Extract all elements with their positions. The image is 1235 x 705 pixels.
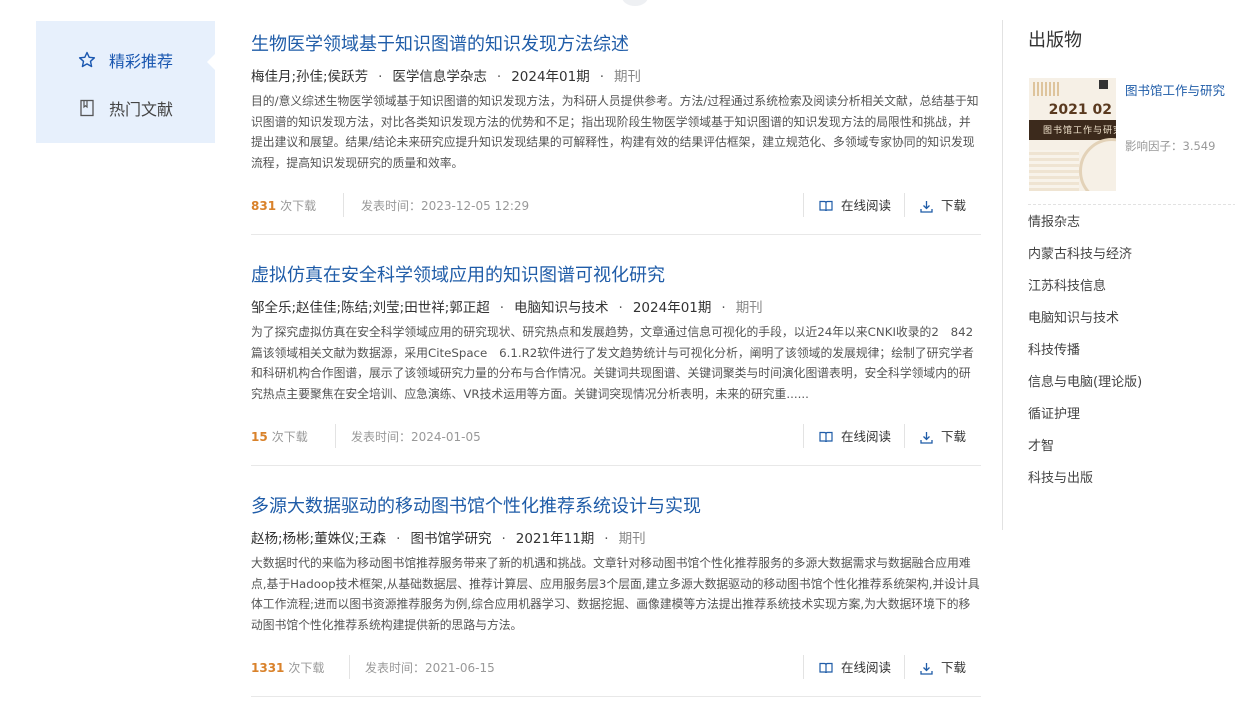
download-icon: [920, 431, 933, 444]
download-count: 1331 次下载: [251, 661, 325, 675]
journal-link[interactable]: 循证护理: [1028, 403, 1142, 435]
article-journal[interactable]: 医学信息学杂志: [392, 69, 487, 85]
read-online-button[interactable]: 在线阅读: [819, 195, 891, 217]
article-item: 多源大数据驱动的移动图书馆个性化推荐系统设计与实现 赵杨;杨彬;董姝仪;王森 · 图…: [251, 495, 981, 679]
article-meta: 赵杨;杨彬;董姝仪;王森 · 图书馆学研究 · 2021年11期 · 期刊: [251, 531, 646, 547]
journal-link[interactable]: 内蒙古科技与经济: [1028, 243, 1142, 275]
publish-time: 发表时间：2021-06-15: [365, 661, 495, 675]
article-abstract: 大数据时代的来临为移动图书馆推荐服务带来了新的机遇和挑战。文章针对移动图书馆个性…: [251, 556, 980, 632]
article-meta: 邹全乐;赵佳佳;陈结;刘莹;田世祥;郭正超 · 电脑知识与技术 · 2024年01期 · 期…: [251, 300, 763, 316]
read-online-button[interactable]: 在线阅读: [819, 426, 891, 448]
divider: [1028, 204, 1235, 205]
article-footer: 831 次下载 发表时间：2023-12-05 12:29 在线阅读 下载: [251, 193, 981, 217]
article-footer: 1331 次下载 发表时间：2021-06-15 在线阅读 下载: [251, 655, 981, 679]
journal-link[interactable]: 情报杂志: [1028, 211, 1142, 243]
article-issue: 2024年01期: [511, 69, 590, 85]
download-icon: [920, 200, 933, 213]
journal-link[interactable]: 科技传播: [1028, 339, 1142, 371]
nav-item-label: 热门文献: [109, 100, 174, 119]
publish-time: 发表时间：2024-01-05: [351, 430, 481, 444]
nav-item-hot[interactable]: 热门文献: [78, 96, 173, 120]
journal-list: 情报杂志 内蒙古科技与经济 江苏科技信息 电脑知识与技术 科技传播 信息与电脑(…: [1028, 211, 1142, 499]
bookmark-icon: [78, 99, 96, 117]
publications-panel: 出版物 2021 02 图书馆工作与研究 图书馆工作与研究 影响因子：3.549…: [1002, 20, 1235, 530]
article-journal[interactable]: 图书馆学研究: [410, 531, 491, 547]
download-button[interactable]: 下载: [920, 195, 966, 217]
journal-link[interactable]: 才智: [1028, 435, 1142, 467]
article-divider: [251, 234, 981, 235]
article-authors[interactable]: 梅佳月;孙佳;侯跃芳: [251, 69, 368, 85]
book-icon: [819, 200, 833, 212]
left-nav: 精彩推荐 热门文献: [36, 21, 216, 143]
nav-item-recommend[interactable]: 精彩推荐: [78, 48, 173, 72]
article-abstract: 为了探究虚拟仿真在安全科学领域应用的研究现状、研究热点和发展趋势，文章通过信息可…: [251, 325, 974, 401]
article-title[interactable]: 多源大数据驱动的移动图书馆个性化推荐系统设计与实现: [251, 495, 981, 519]
article-title[interactable]: 生物医学领域基于知识图谱的知识发现方法综述: [251, 33, 981, 57]
journal-link[interactable]: 江苏科技信息: [1028, 275, 1142, 307]
journal-link[interactable]: 科技与出版: [1028, 467, 1142, 499]
journal-cover[interactable]: 2021 02 图书馆工作与研究: [1029, 78, 1116, 191]
article-divider: [251, 696, 981, 697]
article-item: 生物医学领域基于知识图谱的知识发现方法综述 梅佳月;孙佳;侯跃芳 · 医学信息学杂志…: [251, 33, 981, 217]
article-authors[interactable]: 赵杨;杨彬;董姝仪;王森: [251, 531, 386, 547]
book-icon: [819, 431, 833, 443]
download-button[interactable]: 下载: [920, 426, 966, 448]
article-item: 虚拟仿真在安全科学领域应用的知识图谱可视化研究 邹全乐;赵佳佳;陈结;刘莹;田世…: [251, 264, 981, 448]
download-icon: [920, 662, 933, 675]
star-icon: [78, 51, 96, 69]
top-indicator: [622, 0, 648, 6]
article-type: 期刊: [614, 69, 642, 85]
article-journal[interactable]: 电脑知识与技术: [514, 300, 609, 316]
featured-journal-name[interactable]: 图书馆工作与研究: [1125, 80, 1225, 99]
article-title[interactable]: 虚拟仿真在安全科学领域应用的知识图谱可视化研究: [251, 264, 981, 288]
article-issue: 2024年01期: [632, 300, 712, 316]
download-count: 15 次下载: [251, 430, 308, 444]
article-authors[interactable]: 邹全乐;赵佳佳;陈结;刘莹;田世祥;郭正超: [251, 300, 490, 316]
journal-link[interactable]: 电脑知识与技术: [1028, 307, 1142, 339]
impact-factor: 影响因子：3.549: [1125, 139, 1216, 153]
publish-time: 发表时间：2023-12-05 12:29: [361, 199, 530, 213]
book-icon: [819, 662, 833, 674]
active-notch: [207, 53, 216, 71]
article-type: 期刊: [735, 300, 763, 316]
article-footer: 15 次下载 发表时间：2024-01-05 在线阅读 下载: [251, 424, 981, 448]
article-meta: 梅佳月;孙佳;侯跃芳 · 医学信息学杂志 · 2024年01期 · 期刊: [251, 69, 642, 85]
article-issue: 2021年11期: [515, 531, 595, 547]
article-abstract: 目的/意义综述生物医学领域基于知识图谱的知识发现方法，为科研人员提供参考。方法/…: [251, 94, 979, 170]
article-divider: [251, 465, 981, 466]
publications-heading: 出版物: [1028, 30, 1082, 51]
download-count: 831 次下载: [251, 199, 317, 213]
journal-link[interactable]: 信息与电脑(理论版): [1028, 371, 1142, 403]
download-button[interactable]: 下载: [920, 657, 966, 679]
nav-item-label: 精彩推荐: [109, 52, 174, 71]
article-type: 期刊: [618, 531, 646, 547]
read-online-button[interactable]: 在线阅读: [819, 657, 891, 679]
